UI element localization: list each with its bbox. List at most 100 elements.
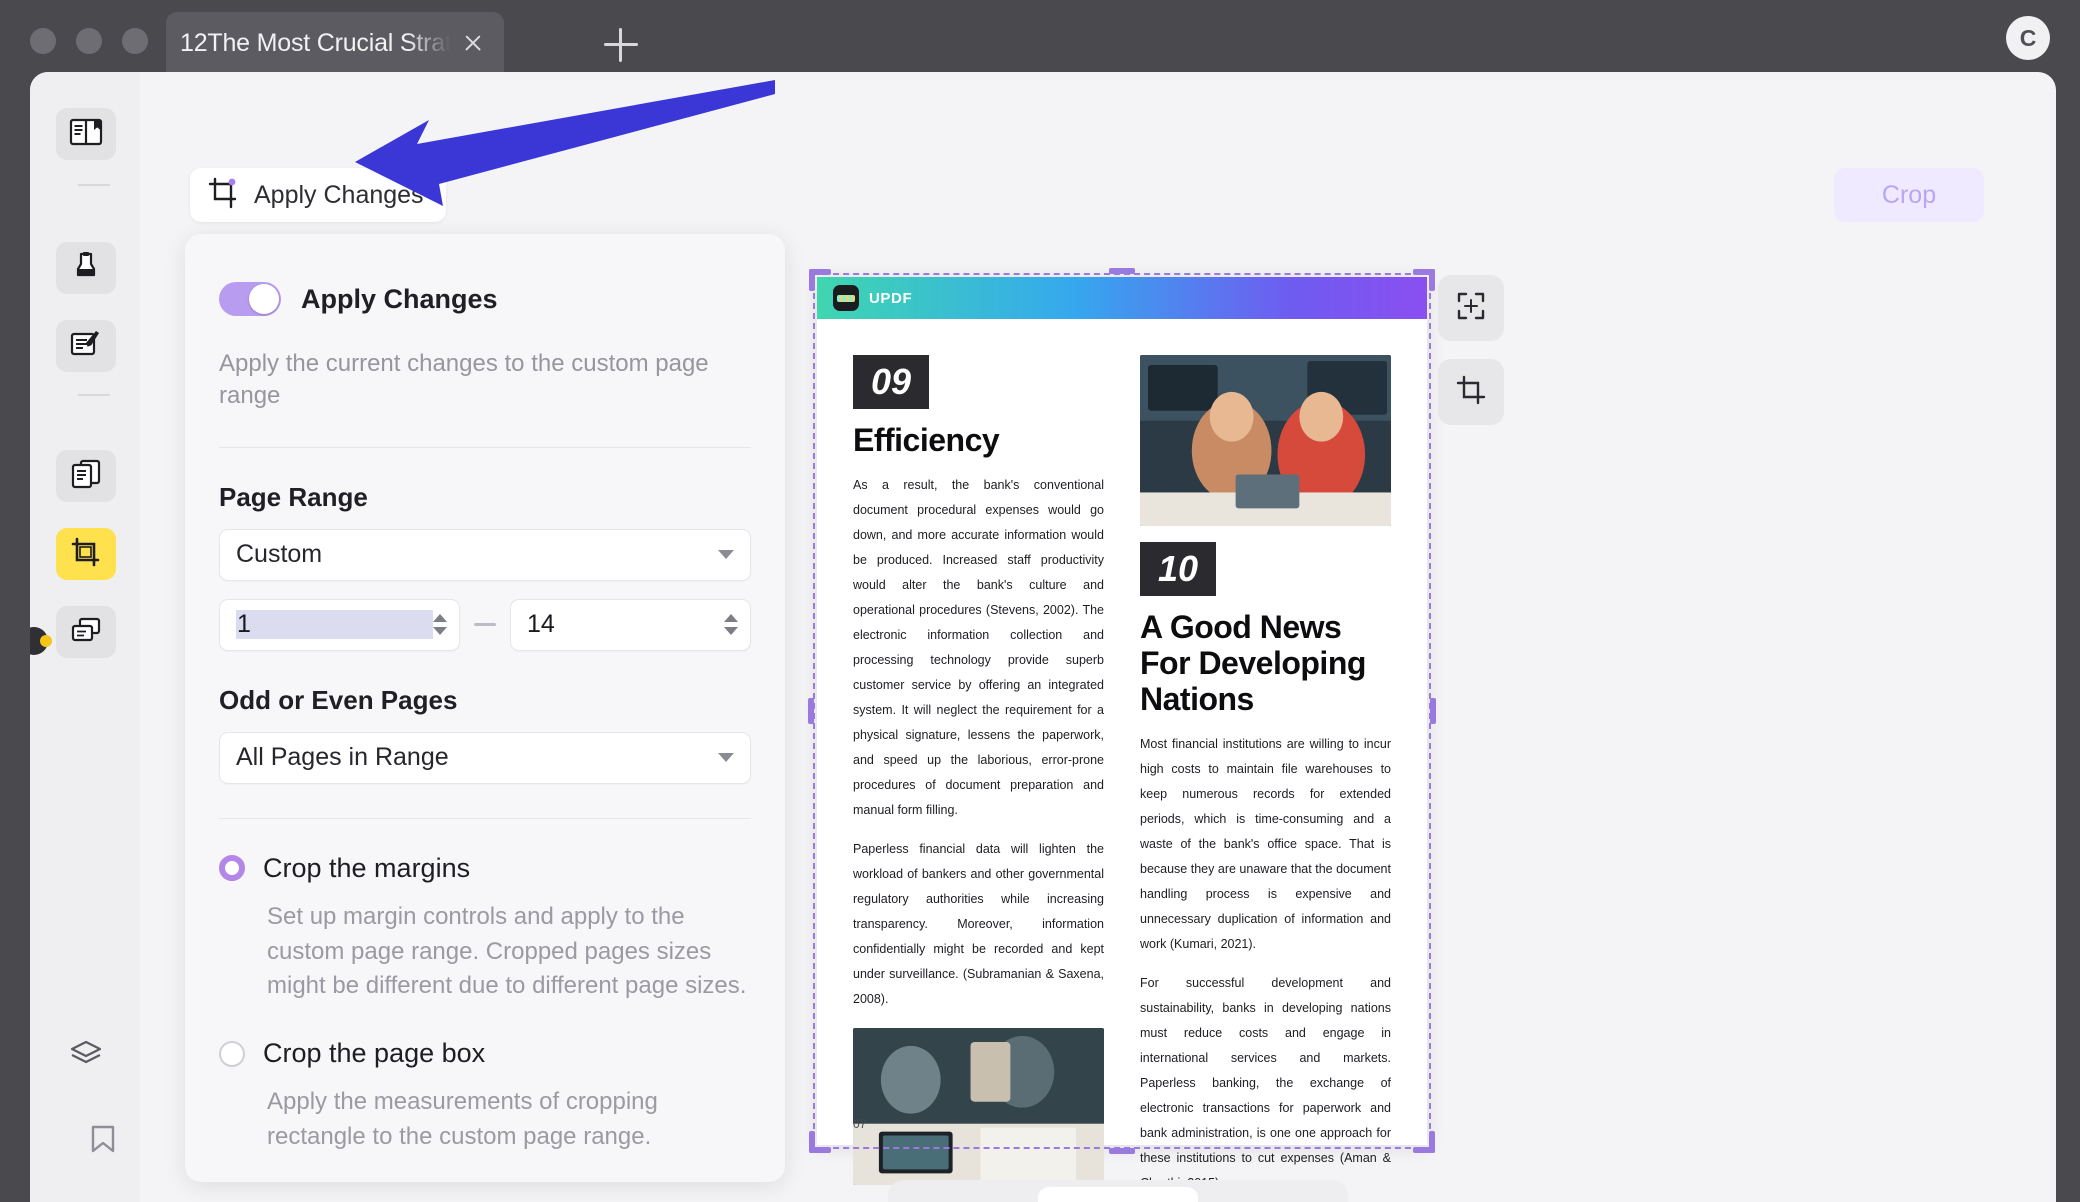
crop-handle-top-left-h[interactable] [809,269,831,275]
chevron-down-icon [718,550,734,560]
crop-handle-bottom-right-h[interactable] [1413,1147,1435,1153]
next-page-button[interactable] [1208,1189,1264,1202]
chevron-down-icon[interactable] [433,627,447,636]
right-headline: A Good News For Developing Nations [1140,609,1366,717]
range-to-arrows[interactable] [724,614,738,636]
crop-handle-bottom-center[interactable] [1109,1148,1135,1154]
fit-page-button[interactable] [1438,275,1504,341]
close-tab-icon[interactable] [456,26,490,60]
close-window-button[interactable] [30,28,56,54]
app-window: 12The Most Crucial Strateg C Apply Chang… [0,0,2080,1202]
left-paragraph-1: As a result, the bank's conventional doc… [853,477,1104,817]
pdf-columns: 09 Efficiency As a result, the bank's co… [853,355,1391,1196]
range-from-stepper[interactable]: 1 [219,598,460,651]
chevron-down-icon [718,753,734,763]
pdf-page-number: 07 [853,1117,867,1131]
crop-frame-button[interactable] [1438,359,1504,425]
crop-handle-top-center[interactable] [1109,268,1135,274]
page-separator: / [1107,1197,1114,1202]
chevron-up-icon[interactable] [724,614,738,623]
right-section-number-badge: 10 [1140,542,1391,597]
range-from-value: 1 [236,610,433,640]
apply-changes-toolbar-label: Apply Changes [254,180,424,209]
maximize-window-button[interactable] [122,28,148,54]
page-range-label: Page Range [219,481,368,512]
apply-changes-panel-label: Apply Changes [301,283,498,314]
apply-changes-toolbar-button[interactable]: Apply Changes [190,168,446,222]
page-navigation-bar: 9 / 14 [888,1180,1348,1202]
toggle-knob [249,284,279,314]
window-controls[interactable] [30,28,148,54]
rail-divider-2 [78,394,110,396]
right-photo [1140,355,1391,527]
new-tab-icon[interactable] [604,28,638,62]
right-paragraph-2: For successful development and sustainab… [1140,975,1391,1190]
avatar[interactable]: C [2006,16,2050,60]
left-headline: Efficiency [853,422,1000,458]
edit-pdf-icon [69,329,103,364]
sidebar-item-edit-pdf[interactable] [56,320,116,372]
crop-button[interactable]: Crop [1834,168,1984,222]
odd-even-select[interactable]: All Pages in Range [219,731,751,784]
sidebar-item-reader[interactable] [56,108,116,160]
apply-changes-description: Apply the current changes to the custom … [219,350,709,410]
chevron-down-icon[interactable] [724,627,738,636]
range-to-value: 14 [527,610,555,639]
crop-handle-middle-right[interactable] [1430,698,1436,724]
panel-toggle-nub[interactable] [30,627,52,655]
page-brand-header: UPDF [817,277,1427,319]
pdf-page-body: 09 Efficiency As a result, the bank's co… [817,319,1427,1190]
sidebar-item-convert[interactable] [56,606,116,658]
crop-margins-row[interactable]: Crop the margins [219,853,751,884]
main-window: Apply Changes Crop Apply Changes Apply t… [30,72,2056,1202]
range-to-stepper[interactable]: 14 [510,598,751,651]
range-dash [474,623,496,627]
last-page-button[interactable] [1274,1189,1330,1202]
convert-icon [69,615,103,650]
page-range-value: Custom [236,540,323,569]
sidebar-item-comment[interactable] [56,242,116,294]
panel-divider-2 [219,817,751,819]
crop-settings-panel: Apply Changes Apply the current changes … [185,234,785,1182]
document-tab[interactable]: 12The Most Crucial Strateg [166,12,504,74]
crop-page-box-option[interactable]: Crop the page box Apply the measurements… [219,1038,751,1155]
page-preview[interactable]: UPDF 09 Efficiency As a result, the bank… [808,268,1436,1190]
crop-page-box-description: Apply the measurements of cropping recta… [267,1088,658,1150]
crop-margins-option[interactable]: Crop the margins Set up margin controls … [219,853,751,1004]
updf-logo-icon [833,285,859,311]
pdf-right-column: 10 A Good News For Developing Nations Mo… [1140,355,1391,1196]
updf-brand-label: UPDF [869,289,913,307]
page-range-inputs: 1 14 [219,598,751,651]
crop-margins-description: Set up margin controls and apply to the … [267,902,747,1000]
tab-title: 12The Most Crucial Strateg [180,28,456,57]
pdf-page: UPDF 09 Efficiency As a result, the bank… [817,277,1427,1190]
crop-handle-middle-left[interactable] [808,698,814,724]
layers-icon [68,1039,104,1074]
reader-icon [69,117,103,152]
crop-handle-bottom-left-h[interactable] [809,1147,831,1153]
organize-pages-icon [69,459,103,494]
odd-even-label: Odd or Even Pages [219,684,458,715]
first-page-button[interactable] [906,1189,962,1202]
rail-divider-1 [78,184,110,186]
panel-divider-1 [219,446,751,448]
sidebar-item-bookmark[interactable] [86,1123,120,1162]
crop-margins-radio[interactable] [219,855,245,882]
chevron-up-icon[interactable] [433,614,447,623]
crop-margins-label: Crop the margins [263,852,471,883]
apply-changes-toggle[interactable] [219,282,281,316]
page-range-select[interactable]: Custom [219,528,751,581]
crop-page-box-row[interactable]: Crop the page box [219,1038,751,1069]
crop-page-box-radio[interactable] [219,1040,245,1067]
previous-page-button[interactable] [972,1189,1028,1202]
sidebar-item-organize-pages[interactable] [56,450,116,502]
crop-handle-top-right-h[interactable] [1413,269,1435,275]
highlighter-icon [69,251,103,286]
range-from-arrows[interactable] [433,614,447,636]
section-number-badge: 09 [853,355,1104,409]
sidebar-item-crop[interactable] [56,528,116,580]
page-number-field[interactable]: 9 / 14 [1038,1187,1198,1202]
fit-page-icon [1456,291,1486,326]
minimize-window-button[interactable] [76,28,102,54]
sidebar-item-layers[interactable] [56,1030,116,1082]
